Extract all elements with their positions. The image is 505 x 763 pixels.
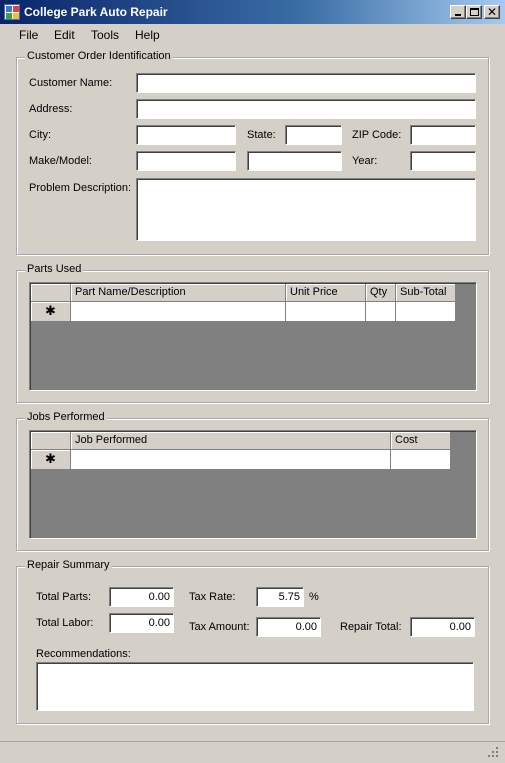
tax-amount-field[interactable] <box>256 617 321 637</box>
jobs-col-job-performed[interactable]: Job Performed <box>71 432 391 450</box>
new-row-icon[interactable]: ✱ <box>31 302 71 322</box>
year-field[interactable] <box>410 151 476 171</box>
recommendations-field[interactable] <box>36 662 474 711</box>
total-parts-field[interactable] <box>109 587 174 607</box>
new-row-icon[interactable]: ✱ <box>31 450 71 470</box>
total-labor-label: Total Labor: <box>36 617 94 629</box>
repair-summary-legend: Repair Summary <box>25 559 112 571</box>
address-label: Address: <box>29 103 73 115</box>
parts-cell-part-name[interactable] <box>71 302 286 322</box>
make-field[interactable] <box>136 151 236 171</box>
recommendations-label: Recommendations: <box>36 648 131 660</box>
customer-order-legend: Customer Order Identification <box>25 50 173 62</box>
jobs-cell-job-performed[interactable] <box>71 450 391 470</box>
menu-tools[interactable]: Tools <box>91 28 119 42</box>
minimize-button[interactable] <box>450 5 466 19</box>
customer-name-field[interactable] <box>136 73 476 93</box>
city-label: City: <box>29 129 51 141</box>
model-field[interactable] <box>247 151 342 171</box>
tax-amount-label: Tax Amount: <box>189 621 250 633</box>
state-label: State: <box>247 129 276 141</box>
parts-used-legend: Parts Used <box>25 263 84 275</box>
tax-rate-unit: % <box>309 591 319 603</box>
parts-col-unit-price[interactable]: Unit Price <box>286 284 366 302</box>
repair-total-field[interactable] <box>410 617 475 637</box>
menu-help[interactable]: Help <box>135 28 160 42</box>
jobs-cell-cost[interactable] <box>391 450 451 470</box>
parts-cell-qty[interactable] <box>366 302 396 322</box>
tax-rate-label: Tax Rate: <box>189 591 236 603</box>
address-field[interactable] <box>136 99 476 119</box>
jobs-grid[interactable]: Job Performed Cost ✱ <box>29 430 477 539</box>
customer-name-label: Customer Name: <box>29 77 113 89</box>
window-title: College Park Auto Repair <box>24 5 168 19</box>
parts-grid[interactable]: Part Name/Description Unit Price Qty Sub… <box>29 282 477 391</box>
maximize-icon <box>469 8 479 16</box>
zip-code-field[interactable] <box>410 125 476 145</box>
problem-description-label: Problem Description: <box>29 182 132 194</box>
problem-description-field[interactable] <box>136 178 476 241</box>
close-button[interactable]: ✕ <box>484 5 500 19</box>
year-label: Year: <box>352 155 378 167</box>
parts-cell-sub-total[interactable] <box>396 302 456 322</box>
make-model-label: Make/Model: <box>29 155 92 167</box>
parts-cell-unit-price[interactable] <box>286 302 366 322</box>
status-bar <box>0 741 505 763</box>
parts-col-sub-total[interactable]: Sub-Total <box>396 284 456 302</box>
total-parts-label: Total Parts: <box>36 591 92 603</box>
parts-col-part-name[interactable]: Part Name/Description <box>71 284 286 302</box>
parts-col-qty[interactable]: Qty <box>366 284 396 302</box>
state-field[interactable] <box>285 125 342 145</box>
menu-bar: File Edit Tools Help <box>0 25 505 45</box>
resize-grip-icon[interactable] <box>487 746 499 758</box>
zip-code-label: ZIP Code: <box>352 129 402 141</box>
total-labor-field[interactable] <box>109 613 174 633</box>
app-icon[interactable] <box>4 4 20 20</box>
tax-rate-field[interactable] <box>256 587 304 607</box>
menu-edit[interactable]: Edit <box>54 28 75 42</box>
minimize-icon <box>455 14 461 16</box>
jobs-col-cost[interactable]: Cost <box>391 432 451 450</box>
title-bar[interactable]: College Park Auto Repair ✕ <box>0 0 505 24</box>
city-field[interactable] <box>136 125 236 145</box>
parts-row-header-corner[interactable] <box>31 284 71 302</box>
menu-file[interactable]: File <box>19 28 38 42</box>
repair-total-label: Repair Total: <box>340 621 402 633</box>
jobs-row-header-corner[interactable] <box>31 432 71 450</box>
close-icon: ✕ <box>486 5 498 19</box>
jobs-performed-legend: Jobs Performed <box>25 411 107 423</box>
maximize-button[interactable] <box>466 5 482 19</box>
